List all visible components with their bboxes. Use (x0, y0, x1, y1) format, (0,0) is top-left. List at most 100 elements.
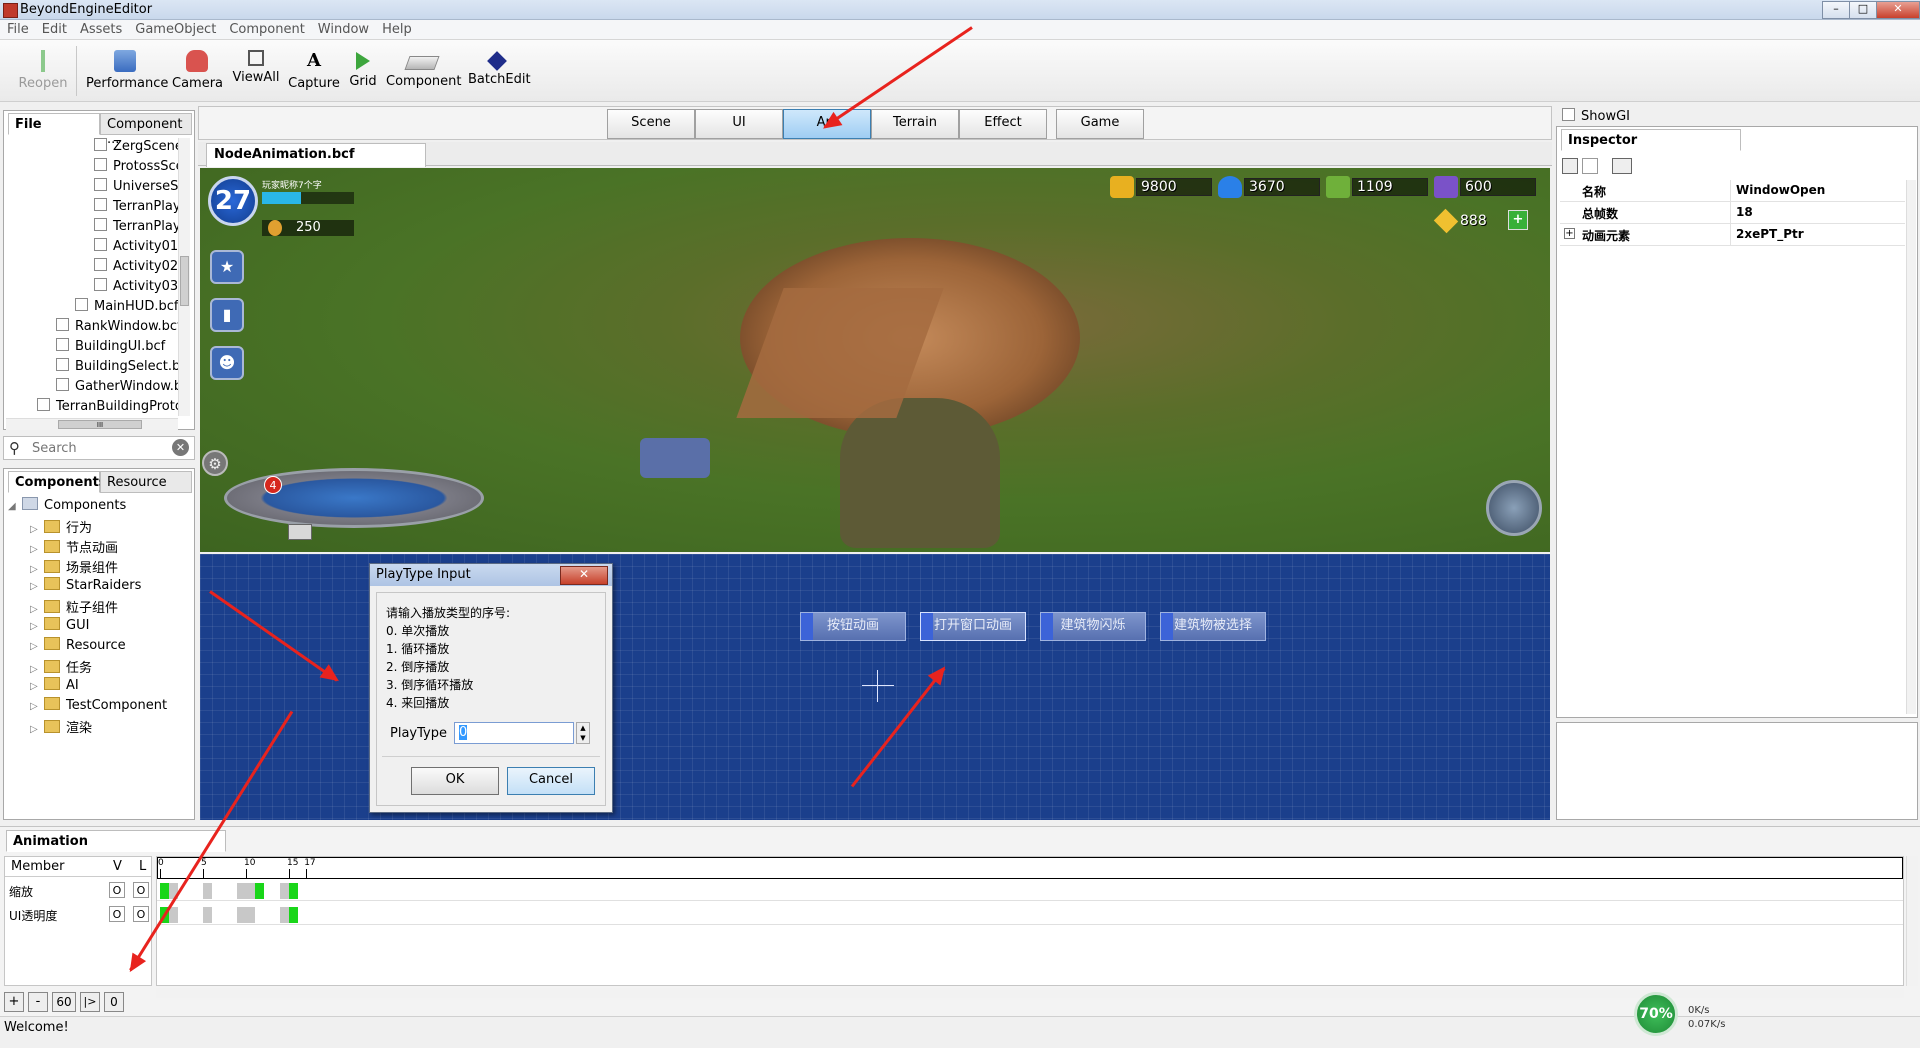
expand-icon[interactable]: ▷ (30, 641, 38, 652)
property-pages-icon[interactable] (1612, 158, 1632, 174)
search-input[interactable] (30, 439, 170, 457)
checkbox[interactable] (94, 258, 107, 271)
menu-help[interactable]: Help (375, 20, 418, 37)
component-button[interactable]: Component (386, 50, 461, 89)
expand-icon[interactable]: ▷ (30, 664, 38, 675)
keyframe[interactable] (160, 883, 169, 899)
checkbox[interactable] (75, 298, 88, 311)
menu-assets[interactable]: Assets (73, 20, 128, 37)
file-list-scrollbar[interactable] (178, 138, 190, 416)
capture-button[interactable]: A Capture (288, 50, 340, 91)
file-item[interactable]: BuildingUI.bcf (56, 338, 165, 354)
tab-inspector[interactable]: Inspector (1561, 129, 1741, 151)
menu-window[interactable]: Window (311, 20, 375, 37)
menu-file[interactable]: File (0, 20, 35, 37)
play-button[interactable]: |> (80, 992, 100, 1012)
checkbox[interactable] (94, 198, 107, 211)
dialog-close-button[interactable]: ✕ (560, 566, 608, 585)
checkbox[interactable] (94, 238, 107, 251)
expand-icon[interactable]: ▷ (30, 604, 38, 615)
expand-icon[interactable]: ▷ (30, 564, 38, 575)
property-row[interactable]: + 动画元素 2xePT_Ptr (1560, 224, 1905, 246)
checkbox[interactable] (56, 358, 69, 371)
tab-component[interactable]: Component ... (100, 113, 192, 147)
checkbox[interactable] (94, 138, 107, 151)
file-item[interactable]: Activity03.b (94, 278, 186, 294)
checkbox[interactable] (37, 398, 50, 411)
inspector-scrollbar[interactable] (1906, 180, 1916, 714)
checkbox[interactable] (94, 278, 107, 291)
showgi-toggle[interactable]: ShowGI (1558, 108, 1920, 126)
timeline-track-0[interactable] (157, 881, 1903, 901)
checkbox[interactable] (94, 158, 107, 171)
checkbox[interactable] (94, 218, 107, 231)
close-button[interactable]: ✕ (1876, 1, 1920, 19)
menu-edit[interactable]: Edit (35, 20, 73, 37)
member-row[interactable]: 缩放 O O (5, 881, 151, 901)
performance-button[interactable]: Performance (86, 50, 168, 91)
member-row[interactable]: UI透明度 O O (5, 905, 151, 925)
expand-icon[interactable]: ▷ (30, 524, 38, 535)
file-item[interactable]: BuildingSelect.bcf (56, 358, 186, 374)
frame-field[interactable]: 0 (104, 992, 124, 1012)
ui-open-window-animation[interactable]: 打开窗口动画 (920, 612, 1026, 641)
expand-icon[interactable]: ◢ (8, 501, 16, 512)
fps-field[interactable]: 60 (52, 992, 76, 1012)
expand-icon[interactable]: ▷ (30, 581, 38, 592)
minimize-button[interactable]: – (1822, 1, 1850, 19)
file-item[interactable]: TerranPlay (94, 218, 181, 234)
ranking-icon[interactable]: ▮ (210, 298, 244, 332)
frame-marker[interactable] (246, 907, 255, 923)
settings-gear-icon[interactable]: ⚙ (202, 450, 228, 476)
remove-key-button[interactable]: - (28, 992, 48, 1012)
tree-item[interactable]: ▷ TestComponent (30, 697, 167, 713)
grid-button[interactable]: Grid (348, 50, 378, 89)
expand-icon[interactable]: ▷ (30, 681, 38, 692)
expand-icon[interactable]: + (1564, 228, 1575, 239)
keyframe[interactable] (289, 883, 298, 899)
tree-item[interactable]: ▷ 任务 (30, 657, 92, 676)
ui-button-animation[interactable]: 按钮动画 (800, 612, 906, 641)
checkbox[interactable] (56, 338, 69, 351)
checkbox[interactable] (94, 178, 107, 191)
radar-icon[interactable] (1486, 480, 1542, 536)
tree-item[interactable]: ▷ GUI (30, 617, 89, 633)
timeline[interactable]: 0 5 10 15 17 (156, 856, 1904, 986)
checkbox[interactable] (56, 318, 69, 331)
keyframe[interactable] (289, 907, 298, 923)
tab-terrain[interactable]: Terrain (871, 109, 959, 139)
file-item[interactable]: ZergScene (94, 138, 183, 154)
tab-scene[interactable]: Scene (607, 109, 695, 139)
minimap-disc[interactable] (224, 468, 484, 528)
menu-gameobject[interactable]: GameObject (128, 20, 222, 37)
add-key-button[interactable]: + (4, 992, 24, 1012)
tab-file[interactable]: File (8, 113, 100, 135)
sort-az-icon[interactable] (1582, 158, 1598, 174)
visible-toggle[interactable]: O (109, 882, 125, 898)
file-item[interactable]: UniverseSc (94, 178, 186, 194)
checkbox[interactable] (1562, 108, 1575, 121)
property-row[interactable]: 名称 WindowOpen (1560, 180, 1905, 202)
lock-toggle[interactable]: O (133, 906, 149, 922)
document-tab[interactable]: NodeAnimation.bcf (206, 143, 426, 167)
menu-component[interactable]: Component (222, 20, 310, 37)
tab-game[interactable]: Game (1056, 109, 1144, 139)
categorized-view-icon[interactable] (1562, 158, 1578, 174)
frame-marker[interactable] (203, 883, 212, 899)
frame-marker[interactable] (203, 907, 212, 923)
visible-toggle[interactable]: O (109, 906, 125, 922)
scrollbar-thumb[interactable] (180, 256, 189, 306)
tree-root[interactable]: ◢ Components (8, 497, 126, 513)
tree-item[interactable]: ▷ 渲染 (30, 717, 92, 736)
ui-building-flash[interactable]: 建筑物闪烁 (1040, 612, 1146, 641)
file-item[interactable]: MainHUD.bcf (75, 298, 178, 314)
tree-item[interactable]: ▷ Resource (30, 637, 126, 653)
tab-effect[interactable]: Effect (959, 109, 1047, 139)
tab-ui[interactable]: UI (695, 109, 783, 139)
search-box[interactable]: ⚲ ✕ (3, 436, 195, 460)
lock-toggle[interactable]: O (133, 882, 149, 898)
tab-animation[interactable]: Animation (6, 830, 226, 852)
expand-icon[interactable]: ▷ (30, 621, 38, 632)
ui-building-selected[interactable]: 建筑物被选择 (1160, 612, 1266, 641)
mail-icon[interactable] (288, 524, 312, 540)
